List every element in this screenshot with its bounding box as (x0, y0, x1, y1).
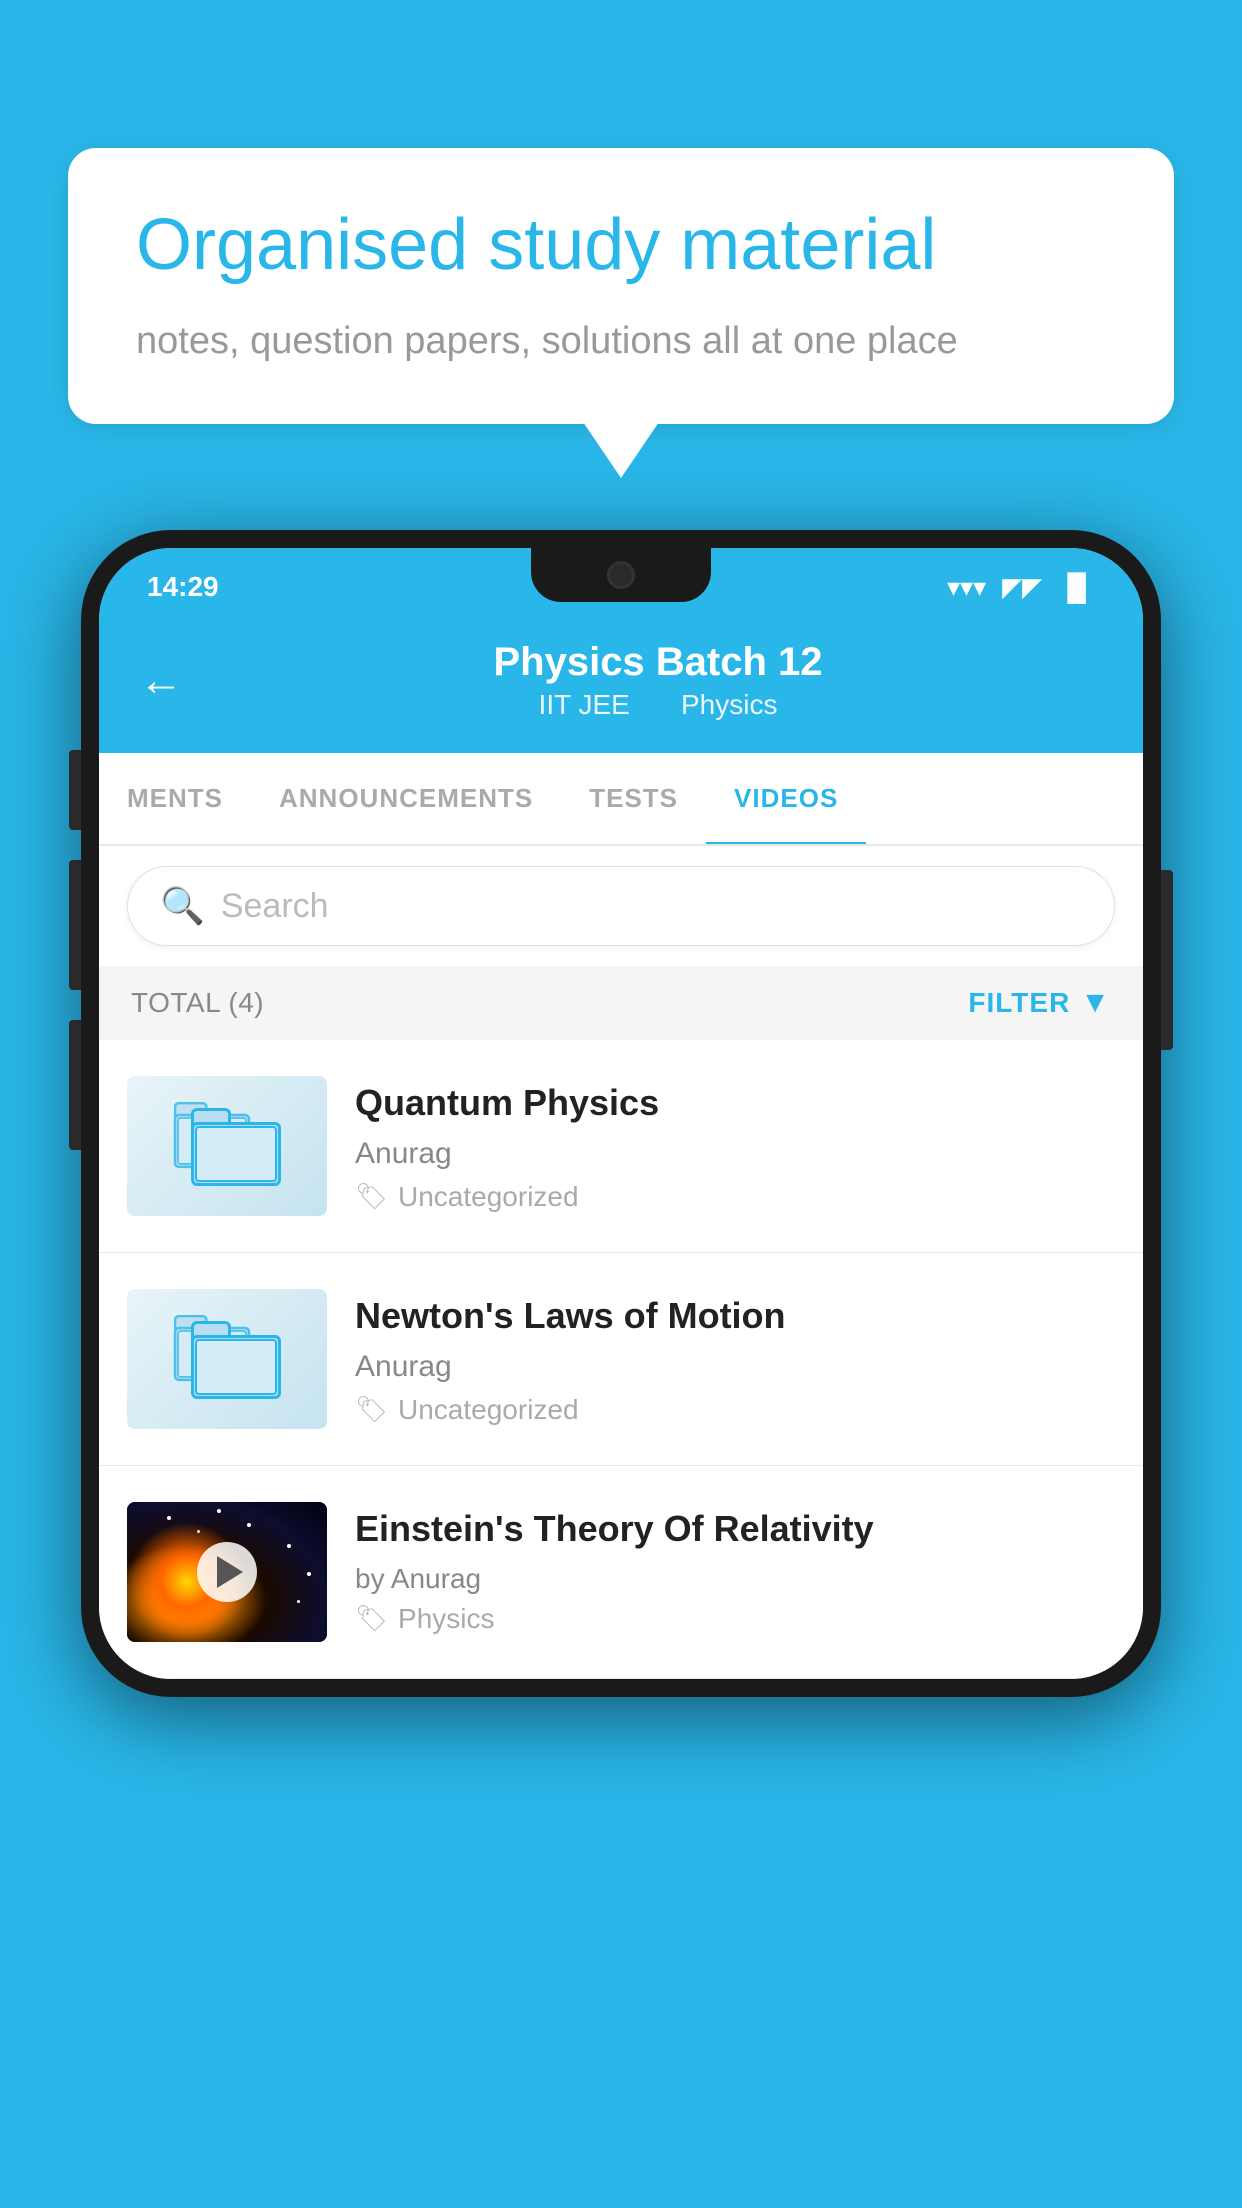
video-info-1: Quantum Physics Anurag 🏷 Uncategorized (355, 1076, 1115, 1213)
filter-label: FILTER (968, 987, 1070, 1019)
search-bar[interactable]: 🔍 Search (127, 866, 1115, 946)
front-camera (607, 561, 635, 589)
header-title-block: Physics Batch 12 IIT JEE Physics (213, 640, 1103, 721)
list-item[interactable]: Einstein's Theory Of Relativity by Anura… (99, 1466, 1143, 1679)
batch-subject: Physics (681, 689, 777, 720)
app-header: ← Physics Batch 12 IIT JEE Physics (99, 616, 1143, 753)
tag-label-1: Uncategorized (398, 1181, 579, 1213)
status-icons: ▾▾▾ ◤◤ ▐▌ (947, 572, 1095, 603)
batch-title: Physics Batch 12 (493, 640, 822, 685)
batch-subtitle: IIT JEE Physics (529, 689, 788, 721)
video-tag-2: 🏷 Uncategorized (355, 1394, 1115, 1426)
search-icon: 🔍 (160, 885, 205, 927)
video-author-3: by Anurag (355, 1563, 1115, 1595)
tag-icon-3: 🏷 (355, 1603, 388, 1634)
list-item[interactable]: Newton's Laws of Motion Anurag 🏷 Uncateg… (99, 1253, 1143, 1466)
video-info-3: Einstein's Theory Of Relativity by Anura… (355, 1502, 1115, 1635)
total-count: TOTAL (4) (131, 987, 264, 1019)
list-item[interactable]: Quantum Physics Anurag 🏷 Uncategorized (99, 1040, 1143, 1253)
speech-bubble-headline: Organised study material (136, 204, 1106, 287)
video-folder-icon-2 (127, 1289, 327, 1429)
search-input[interactable]: Search (221, 887, 329, 926)
play-button[interactable] (197, 1542, 257, 1602)
video-title-3: Einstein's Theory Of Relativity (355, 1506, 1115, 1553)
signal-icon: ◤◤ (1002, 572, 1042, 603)
search-section: 🔍 Search (99, 846, 1143, 966)
tag-icon: 🏷 (355, 1181, 388, 1212)
speech-bubble-section: Organised study material notes, question… (68, 148, 1174, 424)
battery-icon: ▐▌ (1058, 572, 1095, 603)
filter-button[interactable]: FILTER ▼ (968, 986, 1111, 1020)
video-title-2: Newton's Laws of Motion (355, 1293, 1115, 1340)
video-info-2: Newton's Laws of Motion Anurag 🏷 Uncateg… (355, 1289, 1115, 1426)
tab-videos[interactable]: VIDEOS (706, 753, 866, 844)
status-time: 14:29 (147, 571, 219, 603)
filter-bar: TOTAL (4) FILTER ▼ (99, 966, 1143, 1040)
batch-category: IIT JEE (539, 689, 630, 720)
back-button[interactable]: ← (139, 659, 183, 703)
tabs-bar: MENTS ANNOUNCEMENTS TESTS VIDEOS (99, 753, 1143, 846)
wifi-icon: ▾▾▾ (947, 572, 986, 603)
filter-funnel-icon: ▼ (1080, 986, 1111, 1020)
play-triangle-icon (217, 1556, 243, 1588)
video-author-2: Anurag (355, 1350, 1115, 1384)
video-thumbnail-3 (127, 1502, 327, 1642)
tag-icon-2: 🏷 (355, 1394, 388, 1425)
tab-announcements[interactable]: ANNOUNCEMENTS (251, 753, 561, 844)
video-folder-icon-1 (127, 1076, 327, 1216)
video-author-1: Anurag (355, 1137, 1115, 1171)
speech-bubble-subtext: notes, question papers, solutions all at… (136, 315, 1106, 368)
phone-screen: 14:29 ▾▾▾ ◤◤ ▐▌ ← Physics Batch 12 IIT J… (99, 548, 1143, 1679)
phone-notch (531, 548, 711, 602)
video-list: Quantum Physics Anurag 🏷 Uncategorized (99, 1040, 1143, 1679)
video-title-1: Quantum Physics (355, 1080, 1115, 1127)
phone-power-button (1161, 870, 1173, 1050)
video-tag-1: 🏷 Uncategorized (355, 1181, 1115, 1213)
phone-frame: 14:29 ▾▾▾ ◤◤ ▐▌ ← Physics Batch 12 IIT J… (81, 530, 1161, 1697)
speech-bubble-card: Organised study material notes, question… (68, 148, 1174, 424)
video-tag-3: 🏷 Physics (355, 1603, 1115, 1635)
phone-volume-down-2 (69, 1020, 81, 1150)
tab-tests[interactable]: TESTS (561, 753, 706, 844)
phone-frame-wrapper: 14:29 ▾▾▾ ◤◤ ▐▌ ← Physics Batch 12 IIT J… (81, 530, 1161, 1697)
phone-volume-up (69, 750, 81, 830)
tag-label-3: Physics (398, 1603, 494, 1635)
phone-volume-down-1 (69, 860, 81, 990)
tab-ments[interactable]: MENTS (99, 753, 251, 844)
tag-label-2: Uncategorized (398, 1394, 579, 1426)
